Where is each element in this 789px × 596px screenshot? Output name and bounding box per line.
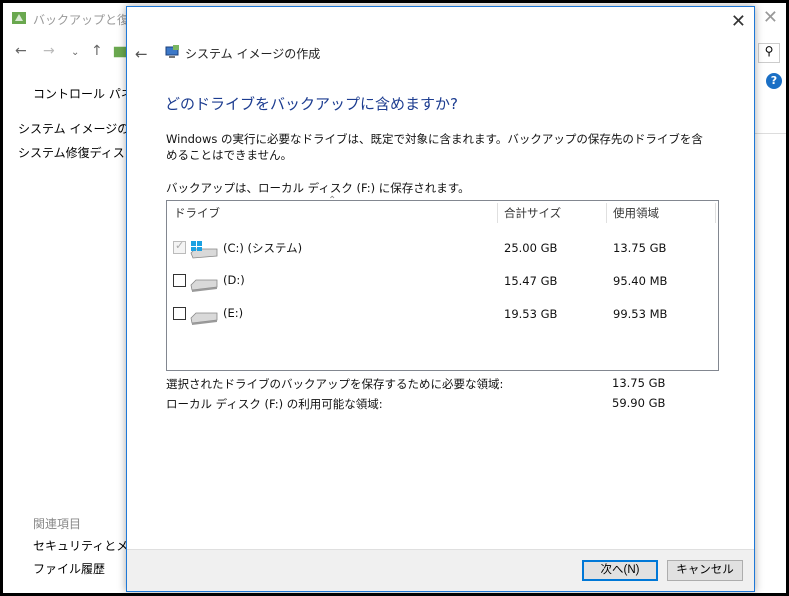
backup-app-icon bbox=[12, 12, 26, 24]
system-image-icon bbox=[165, 45, 179, 58]
drive-row-c[interactable]: (C:) (システム) 25.00 GB 13.75 GB bbox=[167, 232, 718, 265]
file-history-link[interactable]: ファイル履歴 bbox=[33, 560, 128, 577]
column-header-used[interactable]: 使用領域 bbox=[606, 201, 659, 225]
available-space-label: ローカル ディスク (F:) の利用可能な領域: bbox=[166, 397, 383, 411]
drive-e-checkbox[interactable] bbox=[173, 307, 186, 320]
drive-name: (C:) (システム) bbox=[223, 241, 303, 255]
drive-used-space: 13.75 GB bbox=[613, 241, 667, 255]
next-button[interactable]: 次へ(N) bbox=[582, 560, 658, 581]
help-icon[interactable]: ? bbox=[766, 73, 782, 89]
sort-arrow-icon: ⌃ bbox=[328, 195, 337, 206]
dialog-footer: 次へ(N) キャンセル bbox=[127, 549, 754, 591]
bg-up-arrow-icon[interactable]: ↑ bbox=[91, 43, 103, 59]
required-space-label: 選択されたドライブのバックアップを保存するために必要な領域: bbox=[166, 377, 504, 391]
dialog-title: システム イメージの作成 bbox=[185, 47, 321, 61]
close-icon[interactable]: ✕ bbox=[731, 11, 746, 32]
bg-close-icon[interactable]: ✕ bbox=[763, 7, 778, 28]
column-header-total[interactable]: 合計サイズ bbox=[497, 201, 561, 225]
system-drive-icon bbox=[190, 241, 218, 259]
related-title: 関連項目 bbox=[33, 517, 82, 531]
description-text: Windows の実行に必要なドライブは、既定で対象に含まれます。バックアップの… bbox=[166, 132, 703, 162]
drive-name: (D:) bbox=[223, 273, 245, 287]
column-separator bbox=[715, 203, 716, 223]
drive-total-size: 15.47 GB bbox=[504, 274, 558, 288]
create-system-image-label: システム イメージの作成 bbox=[18, 122, 131, 136]
column-header-drive[interactable]: ドライブ bbox=[167, 201, 220, 225]
create-repair-disc-label: システム修復ディスクの作成 bbox=[18, 146, 131, 160]
bg-back-arrow-icon[interactable]: ← bbox=[15, 43, 27, 59]
drive-used-space: 99.53 MB bbox=[613, 307, 668, 321]
page-heading: どのドライブをバックアップに含めますか? bbox=[165, 95, 458, 113]
control-panel-home-link[interactable]: コントロール パネル ホーム bbox=[33, 85, 133, 102]
bg-recent-chevron-icon[interactable]: ⌄ bbox=[71, 47, 79, 58]
search-icon[interactable]: ⚲ bbox=[758, 43, 780, 63]
drive-c-checkbox bbox=[173, 239, 186, 254]
save-location-text: バックアップは、ローカル ディスク (F:) に保存されます。 bbox=[166, 181, 470, 195]
hard-drive-icon bbox=[190, 312, 218, 325]
drive-row-d[interactable]: (D:) 15.47 GB 95.40 MB bbox=[167, 265, 718, 298]
list-header: ⌃ ドライブ 合計サイズ 使用領域 bbox=[167, 195, 718, 225]
bg-location-icon bbox=[113, 46, 127, 58]
available-space-value: 59.90 GB bbox=[612, 396, 666, 410]
drive-name: (E:) bbox=[223, 306, 244, 320]
drive-d-checkbox[interactable] bbox=[173, 274, 186, 287]
drive-total-size: 19.53 GB bbox=[504, 307, 558, 321]
cancel-button[interactable]: キャンセル bbox=[667, 560, 743, 581]
drive-list[interactable]: ⌃ ドライブ 合計サイズ 使用領域 (C:) (システム) 25.00 GB 1… bbox=[166, 195, 719, 371]
security-maintenance-link[interactable]: セキュリティとメンテナンス bbox=[33, 537, 128, 554]
create-repair-disc-link[interactable]: システム修復ディスクの作成 bbox=[11, 144, 131, 161]
create-system-image-dialog: ✕ ← システム イメージの作成 どのドライブをバックアップに含めますか? Wi… bbox=[126, 6, 755, 592]
drive-used-space: 95.40 MB bbox=[613, 274, 668, 288]
bg-window-title: バックアップと復元 (Windows 7) bbox=[33, 13, 128, 27]
drive-row-e[interactable]: (E:) 19.53 GB 99.53 MB bbox=[167, 298, 718, 331]
bg-forward-arrow-icon[interactable]: → bbox=[43, 43, 55, 59]
hard-drive-icon bbox=[190, 279, 218, 292]
required-space-value: 13.75 GB bbox=[612, 376, 666, 390]
back-arrow-icon[interactable]: ← bbox=[135, 45, 148, 63]
create-system-image-link[interactable]: システム イメージの作成 bbox=[11, 120, 131, 137]
drive-total-size: 25.00 GB bbox=[504, 241, 558, 255]
